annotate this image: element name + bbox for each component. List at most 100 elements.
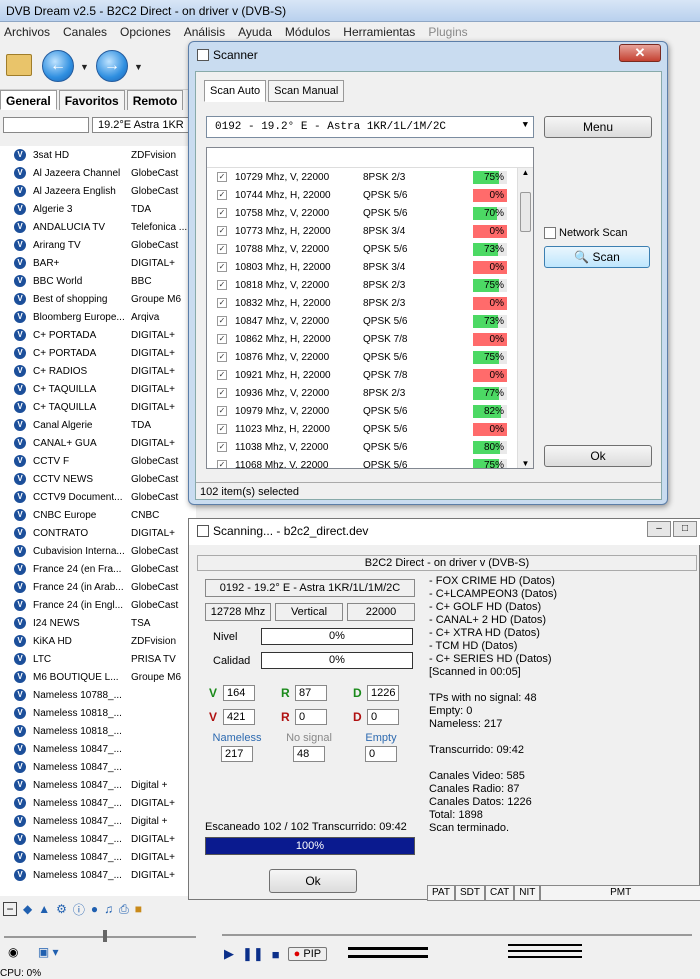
transponder-checkbox[interactable]: ✓ [217, 406, 227, 416]
tab-cat[interactable]: CAT [484, 885, 515, 901]
transponder-row[interactable]: ✓ 10832 Mhz, H, 22000 8PSK 2/3 0% [207, 294, 533, 312]
channel-filter-input[interactable] [3, 117, 89, 133]
tab-scan-auto[interactable]: Scan Auto [204, 80, 267, 102]
satellite-combo[interactable]: 0192 - 19.2° E - Astra 1KR/1L/1M/2C ▼ [206, 116, 534, 138]
transponder-row[interactable]: ✓ 10979 Mhz, V, 22000 QPSK 5/6 82% [207, 402, 533, 420]
epg-icon[interactable]: ▲ [38, 902, 50, 916]
channel-row[interactable]: V C+ PORTADA DIGITAL+ [0, 326, 196, 344]
stop-icon[interactable]: ■ [272, 947, 280, 962]
menu-canales[interactable]: Canales [63, 25, 107, 43]
scroll-up-icon[interactable]: ▲ [518, 168, 533, 177]
back-button[interactable]: ← [42, 50, 74, 82]
folder-small-icon[interactable]: ■ [135, 902, 142, 916]
transponder-row[interactable]: ✓ 10847 Mhz, V, 22000 QPSK 5/6 73% [207, 312, 533, 330]
channel-row[interactable]: V Cubavision Interna... GlobeCast [0, 542, 196, 560]
channel-row[interactable]: V Al Jazeera Channel GlobeCast [0, 164, 196, 182]
channel-row[interactable]: V Nameless 10847_... [0, 740, 196, 758]
pip-button[interactable]: ● PIP [287, 947, 328, 961]
tab-scan-manual[interactable]: Scan Manual [268, 80, 345, 102]
transponder-row[interactable]: ✓ 11068 Mhz, V, 22000 QPSK 5/6 75% [207, 456, 533, 468]
transponder-row[interactable]: ✓ 10758 Mhz, V, 22000 QPSK 5/6 70% [207, 204, 533, 222]
channel-row[interactable]: V KiKA HD ZDFvision [0, 632, 196, 650]
back-dropdown-icon[interactable]: ▼ [80, 62, 89, 72]
transponder-checkbox[interactable]: ✓ [217, 190, 227, 200]
channel-row[interactable]: V CNBC Europe CNBC [0, 506, 196, 524]
transponder-checkbox[interactable]: ✓ [217, 262, 227, 272]
volume-slider[interactable] [0, 930, 210, 944]
scanning-ok-button[interactable]: Ok [269, 869, 357, 893]
channel-row[interactable]: V Nameless 10847_... Digital + [0, 812, 196, 830]
channel-row[interactable]: V Canal Algerie TDA [0, 416, 196, 434]
record-icon[interactable]: ● [91, 902, 98, 916]
close-button[interactable]: ✕ [619, 44, 661, 62]
tab-remoto[interactable]: Remoto [126, 90, 184, 110]
channel-row[interactable]: V CCTV9 Document... GlobeCast [0, 488, 196, 506]
tab-nit[interactable]: NIT [514, 885, 541, 901]
channel-row[interactable]: V Arirang TV GlobeCast [0, 236, 196, 254]
transponder-checkbox[interactable]: ✓ [217, 226, 227, 236]
transponder-checkbox[interactable]: ✓ [217, 280, 227, 290]
channel-row[interactable]: V France 24 (in Engl... GlobeCast [0, 596, 196, 614]
forward-button[interactable]: → [96, 50, 128, 82]
folder-icon[interactable] [6, 54, 32, 76]
print-icon[interactable]: ⎙ [119, 902, 129, 917]
channel-row[interactable]: V C+ PORTADA DIGITAL+ [0, 344, 196, 362]
channel-row[interactable]: V Nameless 10847_... [0, 758, 196, 776]
transponder-checkbox[interactable]: ✓ [217, 298, 227, 308]
channel-row[interactable]: V C+ RADIOS DIGITAL+ [0, 362, 196, 380]
tools-icon[interactable]: ⚙ [56, 902, 67, 916]
channel-row[interactable]: V Bloomberg Europe... Arqiva [0, 308, 196, 326]
tab-pat[interactable]: PAT [427, 885, 455, 901]
channel-row[interactable]: V Nameless 10818_... [0, 704, 196, 722]
transponder-row[interactable]: ✓ 10729 Mhz, V, 22000 8PSK 2/3 75% [207, 168, 533, 186]
channel-row[interactable]: V France 24 (en Fra... GlobeCast [0, 560, 196, 578]
transponder-row[interactable]: ✓ 10803 Mhz, H, 22000 8PSK 3/4 0% [207, 258, 533, 276]
channel-row[interactable]: V Best of shopping Groupe M6 [0, 290, 196, 308]
channel-row[interactable]: V CCTV NEWS GlobeCast [0, 470, 196, 488]
minus-icon[interactable]: − [3, 902, 17, 916]
audio-icon[interactable]: ◉ [8, 945, 18, 959]
channel-row[interactable]: V 3sat HD ZDFvision [0, 146, 196, 164]
screen-icon[interactable]: ▣ ▾ [38, 945, 59, 959]
channel-row[interactable]: V ANDALUCIA TV Telefonica ... [0, 218, 196, 236]
channel-row[interactable]: V CANAL+ GUA DIGITAL+ [0, 434, 196, 452]
channel-row[interactable]: V Nameless 10788_... [0, 686, 196, 704]
checkbox-icon[interactable] [544, 227, 556, 239]
pause-icon[interactable]: ❚❚ [242, 946, 264, 962]
transponder-row[interactable]: ✓ 10788 Mhz, V, 22000 QPSK 5/6 73% [207, 240, 533, 258]
channel-row[interactable]: V I24 NEWS TSA [0, 614, 196, 632]
forward-dropdown-icon[interactable]: ▼ [134, 62, 143, 72]
transponder-checkbox[interactable]: ✓ [217, 334, 227, 344]
transponder-checkbox[interactable]: ✓ [217, 442, 227, 452]
minimize-button[interactable]: – [647, 521, 671, 537]
play-icon[interactable]: ▶ [224, 946, 234, 962]
channel-row[interactable]: V Nameless 10847_... DIGITAL+ [0, 794, 196, 812]
transponder-row[interactable]: ✓ 10921 Mhz, H, 22000 QPSK 7/8 0% [207, 366, 533, 384]
music-icon[interactable]: ♫ [104, 902, 113, 916]
transponder-row[interactable]: ✓ 10818 Mhz, V, 22000 8PSK 2/3 75% [207, 276, 533, 294]
transponder-checkbox[interactable]: ✓ [217, 352, 227, 362]
transponder-checkbox[interactable]: ✓ [217, 370, 227, 380]
transponder-checkbox[interactable]: ✓ [217, 460, 227, 468]
transponder-row[interactable]: ✓ 10862 Mhz, H, 22000 QPSK 7/8 0% [207, 330, 533, 348]
transponder-scrollbar[interactable]: ▲ ▼ [517, 168, 533, 468]
channel-row[interactable]: V Al Jazeera English GlobeCast [0, 182, 196, 200]
channel-row[interactable]: V Nameless 10847_... DIGITAL+ [0, 830, 196, 848]
menu-button[interactable]: Menu [544, 116, 652, 138]
channel-row[interactable]: V Nameless 10847_... DIGITAL+ [0, 848, 196, 866]
transponder-row[interactable]: ✓ 10744 Mhz, H, 22000 QPSK 5/6 0% [207, 186, 533, 204]
channel-row[interactable]: V BAR+ DIGITAL+ [0, 254, 196, 272]
channel-row[interactable]: V C+ TAQUILLA DIGITAL+ [0, 380, 196, 398]
tab-sdt[interactable]: SDT [454, 885, 485, 901]
transponder-checkbox[interactable]: ✓ [217, 172, 227, 182]
network-scan-checkbox[interactable]: Network Scan [544, 227, 627, 239]
scroll-down-icon[interactable]: ▼ [518, 459, 533, 468]
help-icon[interactable]: ⓘ [73, 901, 85, 918]
tab-favoritos[interactable]: Favoritos [58, 90, 125, 110]
transponder-row[interactable]: ✓ 10936 Mhz, V, 22000 8PSK 2/3 77% [207, 384, 533, 402]
ok-button[interactable]: Ok [544, 445, 652, 467]
channel-row[interactable]: V France 24 (in Arab... GlobeCast [0, 578, 196, 596]
scan-button[interactable]: 🔍 Scan [544, 246, 650, 268]
transponder-checkbox[interactable]: ✓ [217, 208, 227, 218]
transponder-row[interactable]: ✓ 10876 Mhz, V, 22000 QPSK 5/6 75% [207, 348, 533, 366]
